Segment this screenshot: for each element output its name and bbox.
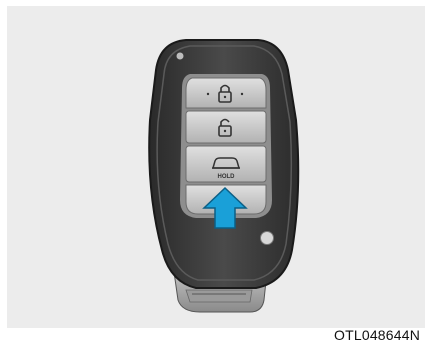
tailgate-button[interactable]: HOLD (185, 145, 267, 183)
lock-button[interactable] (185, 77, 267, 109)
key-fob-illustration: HOLD (148, 39, 300, 313)
tailgate-hold-label: HOLD (218, 174, 236, 180)
figure-code: OTL048644N (334, 327, 421, 343)
keyring-hole (176, 52, 184, 60)
indicator-light (260, 231, 274, 245)
unlock-button[interactable] (185, 110, 267, 144)
